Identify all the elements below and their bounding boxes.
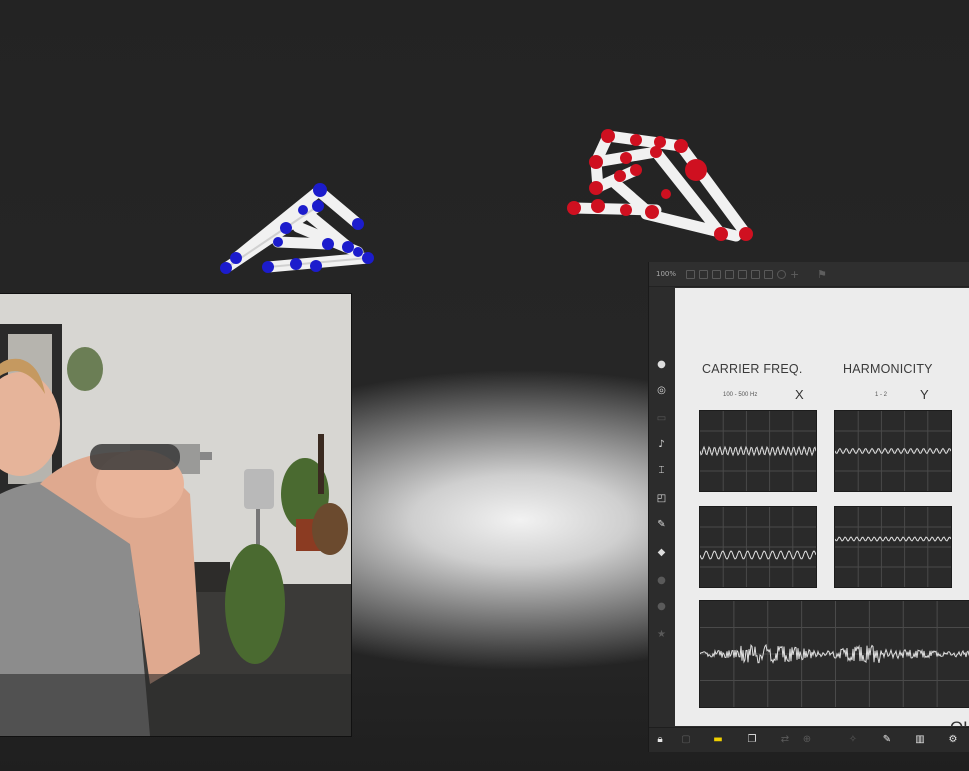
star-icon[interactable]: ★ [656, 629, 667, 640]
zoom-menu[interactable]: 100% [656, 270, 686, 278]
presentation-canvas: CARRIER FREQ. 100 - 500 Hz X HARMONICITY… [675, 288, 969, 737]
carrier-scope-bottom[interactable] [699, 506, 817, 588]
grid-icon[interactable] [725, 269, 734, 279]
scope-display [700, 411, 816, 491]
chat-icon[interactable]: ▬ [712, 734, 724, 746]
hand-tracking-stage: 100% + ⚑ ● ◎ ▭ ♪ ⌶ ◰ ✎ ◆ ● ● ★ CARRIER F… [0, 0, 969, 771]
scope-display [700, 601, 969, 707]
carrier-range-label: 100 - 500 Hz [723, 392, 758, 398]
patcher-window: 100% + ⚑ ● ◎ ▭ ♪ ⌶ ◰ ✎ ◆ ● ● ★ CARRIER F… [648, 262, 969, 752]
carrier-axis-label: X [795, 387, 804, 402]
info-icon[interactable] [777, 269, 786, 279]
view-icon[interactable]: ▭ [656, 413, 667, 424]
debug-icon[interactable]: ⚑ [817, 269, 827, 280]
right-hand-skeleton [567, 129, 753, 242]
patcher-toolbar: 100% + ⚑ [649, 262, 969, 287]
wrench-icon[interactable]: ✎ [881, 734, 893, 746]
device-icon[interactable]: ⌶ [656, 465, 667, 476]
carrier-scope-top[interactable] [699, 410, 817, 492]
webcam-image [0, 294, 351, 736]
scope-waveform [700, 550, 816, 560]
inspector-icon[interactable] [751, 269, 760, 279]
debug-icon[interactable]: ✧ [847, 734, 859, 746]
objects-icon[interactable]: ● [656, 359, 667, 370]
scope-waveform [835, 536, 951, 542]
harmonicity-axis-label: Y [920, 387, 929, 402]
layout-icon[interactable]: ◰ [656, 493, 667, 504]
lock-view-icon[interactable] [764, 269, 773, 279]
music-icon[interactable]: ♪ [656, 439, 667, 450]
patcher-sidebar: ● ◎ ▭ ♪ ⌶ ◰ ✎ ◆ ● ● ★ [649, 287, 674, 728]
new-patcher-icon[interactable] [686, 269, 695, 279]
scope-display [700, 507, 816, 587]
patcher-bottombar: 🔒︎ ▢ ▬ ❐ ⇄ ⊕ ✧ ✎ ▥ ⚙ [649, 727, 969, 752]
harmonicity-range-label: 1 - 2 [875, 392, 888, 398]
webcam-feed [0, 294, 351, 736]
keyboard-icon[interactable]: ▥ [914, 734, 926, 746]
harmonicity-scope-top[interactable] [834, 410, 952, 492]
left-hand-skeleton [220, 183, 374, 274]
paperclip-icon[interactable]: ✎ [656, 519, 667, 530]
settings-icon[interactable]: ◎ [656, 385, 667, 396]
copy-icon[interactable] [699, 269, 708, 279]
add-icon[interactable]: + [790, 269, 799, 280]
comment-icon[interactable] [712, 269, 721, 279]
presentation-mode-icon[interactable]: ▢ [680, 734, 692, 746]
plug-icon[interactable]: ◆ [656, 547, 667, 558]
midi-icon[interactable]: ⊕ [801, 734, 813, 746]
mixer-icon[interactable]: ⚙ [947, 734, 959, 746]
harmonicity-label: HARMONICITY [843, 362, 933, 376]
harmonicity-scope-bottom[interactable] [834, 506, 952, 588]
help-icon[interactable]: ● [656, 575, 667, 586]
lock-icon[interactable]: 🔒︎ [654, 734, 666, 746]
layers-icon[interactable]: ❐ [746, 734, 758, 746]
scope-display [835, 411, 951, 491]
reference-icon[interactable]: ● [656, 601, 667, 612]
presentation-icon[interactable] [738, 269, 747, 279]
carrier-freq-label: CARRIER FREQ. [702, 362, 803, 376]
output-scope[interactable] [699, 600, 969, 708]
scope-display [835, 507, 951, 587]
audio-io-icon[interactable]: ⇄ [779, 734, 791, 746]
